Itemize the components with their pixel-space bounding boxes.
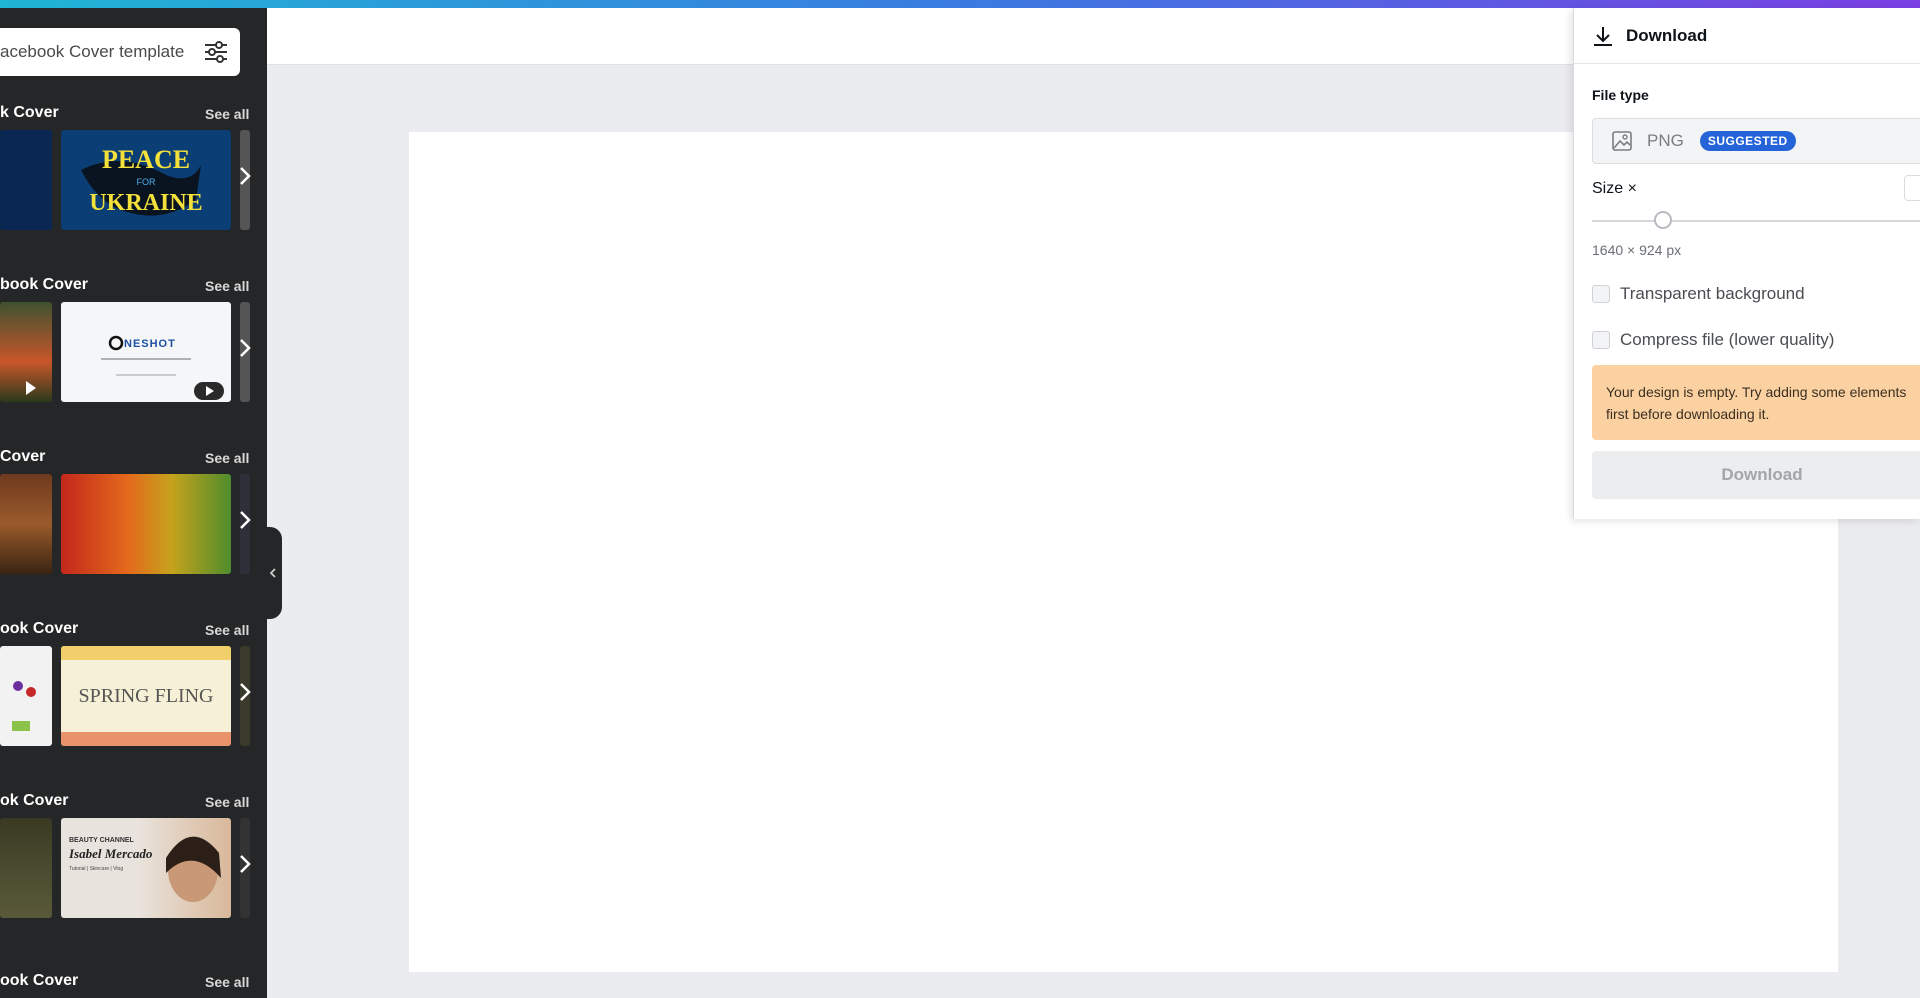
see-all-link[interactable]: See all bbox=[205, 794, 249, 810]
thumb-text: SPRING FLING bbox=[78, 685, 213, 707]
panel-title: Download bbox=[1626, 25, 1708, 45]
dimensions-text: 1640 × 924 px bbox=[1592, 242, 1682, 258]
see-all-link[interactable]: See all bbox=[205, 106, 249, 122]
transparent-background-label: Transparent background bbox=[1620, 284, 1805, 303]
see-all-link[interactable]: See all bbox=[205, 450, 249, 466]
see-all-link[interactable]: See all bbox=[205, 278, 249, 294]
size-slider-handle[interactable] bbox=[1654, 211, 1672, 229]
chevron-left-icon bbox=[269, 568, 276, 578]
compress-file-label: Compress file (lower quality) bbox=[1620, 330, 1835, 349]
chevron-right-icon[interactable] bbox=[238, 336, 252, 360]
template-thumbnail[interactable]: PEACE FOR UKRAINE bbox=[61, 130, 231, 230]
compress-file-checkbox[interactable] bbox=[1592, 331, 1610, 349]
compress-file-option[interactable]: Compress file (lower quality) bbox=[1592, 330, 1834, 350]
section-title: Cover bbox=[0, 448, 46, 465]
panel-header: Download bbox=[1574, 8, 1920, 64]
search-input[interactable] bbox=[0, 42, 195, 62]
template-thumbnail[interactable] bbox=[61, 474, 231, 574]
collapse-sidebar-button[interactable] bbox=[265, 527, 282, 619]
template-sidebar: k Cover See all PEACE FOR UKRAINE book C… bbox=[0, 8, 267, 998]
file-type-label: File type bbox=[1592, 87, 1649, 103]
thumb-text: FOR bbox=[137, 177, 156, 187]
empty-design-warning: Your design is empty. Try adding some el… bbox=[1592, 365, 1920, 440]
chevron-right-icon[interactable] bbox=[238, 164, 252, 188]
template-thumbnail[interactable] bbox=[0, 818, 52, 918]
top-gradient-bar bbox=[0, 0, 1920, 8]
size-label: Size × bbox=[1592, 180, 1637, 197]
thumb-text: BEAUTY CHANNEL bbox=[69, 837, 135, 844]
section-title: book Cover bbox=[0, 276, 89, 293]
filter-icon[interactable] bbox=[204, 41, 228, 63]
size-slider-track[interactable] bbox=[1592, 220, 1920, 222]
template-thumbnail[interactable] bbox=[0, 474, 52, 574]
thumb-text: NESHOT bbox=[124, 338, 176, 350]
download-panel: Download File type PNG SUGGESTED Size × … bbox=[1573, 8, 1920, 519]
chevron-right-icon[interactable] bbox=[238, 680, 252, 704]
transparent-background-option[interactable]: Transparent background bbox=[1592, 284, 1805, 304]
template-search[interactable] bbox=[0, 28, 240, 76]
transparent-background-checkbox[interactable] bbox=[1592, 285, 1610, 303]
file-type-select[interactable]: PNG SUGGESTED bbox=[1592, 118, 1920, 164]
section-title: ok Cover bbox=[0, 792, 69, 809]
template-thumbnail[interactable] bbox=[0, 302, 52, 402]
chevron-right-icon[interactable] bbox=[238, 508, 252, 532]
file-type-value: PNG bbox=[1647, 131, 1684, 150]
see-all-link[interactable]: See all bbox=[205, 974, 249, 990]
template-thumbnail[interactable] bbox=[0, 130, 52, 230]
thumb-text: UKRAINE bbox=[89, 190, 202, 216]
template-thumbnail[interactable] bbox=[0, 646, 52, 746]
thumb-text: Tutorial | Skincare | Vlog bbox=[69, 866, 123, 872]
see-all-link[interactable]: See all bbox=[205, 622, 249, 638]
play-icon[interactable] bbox=[0, 302, 52, 402]
section-title: k Cover bbox=[0, 104, 59, 121]
thumb-text: PEACE bbox=[102, 145, 190, 174]
thumb-text: Isabel Mercado bbox=[68, 846, 153, 861]
chevron-right-icon[interactable] bbox=[238, 852, 252, 876]
size-input[interactable] bbox=[1904, 175, 1920, 201]
suggested-badge: SUGGESTED bbox=[1699, 131, 1796, 151]
download-button[interactable]: Download bbox=[1592, 451, 1920, 499]
image-icon bbox=[1612, 131, 1632, 151]
template-thumbnail[interactable]: SPRING FLING bbox=[61, 646, 231, 746]
section-title: ook Cover bbox=[0, 972, 79, 989]
template-thumbnail[interactable]: NESHOT bbox=[61, 302, 231, 402]
section-title: ook Cover bbox=[0, 620, 79, 637]
template-thumbnail[interactable]: BEAUTY CHANNEL Isabel Mercado Tutorial |… bbox=[61, 818, 231, 918]
download-icon bbox=[1594, 26, 1612, 46]
